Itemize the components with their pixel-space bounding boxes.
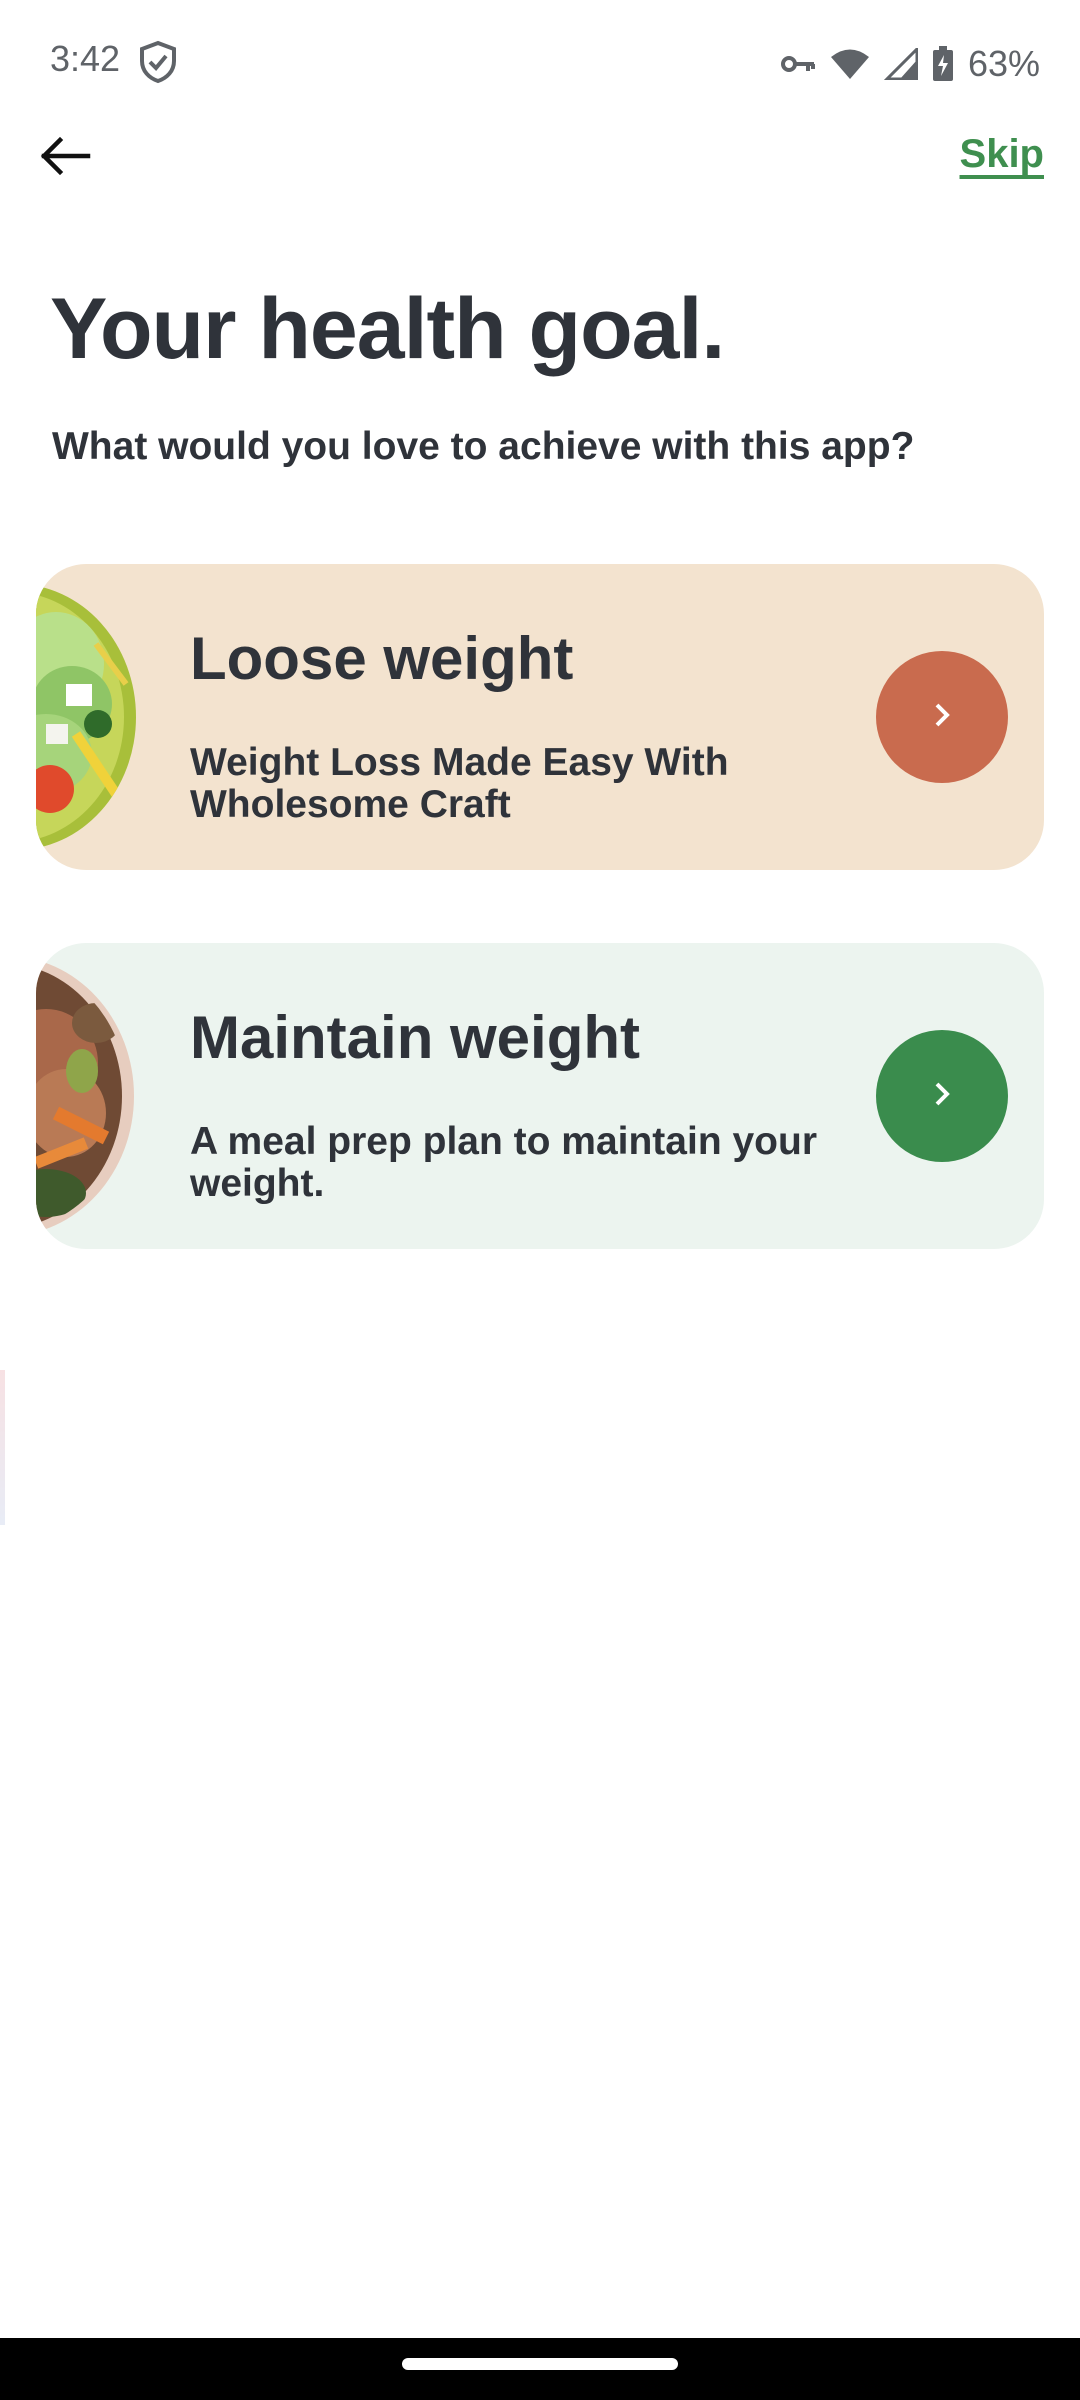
card-title: Maintain weight (190, 1004, 640, 1071)
page-subtitle: What would you love to achieve with this… (52, 425, 915, 468)
card-description: Weight Loss Made Easy With Wholesome Cra… (190, 741, 729, 826)
loose-weight-next-button[interactable] (876, 651, 1008, 783)
salad-image (36, 584, 140, 850)
card-title: Loose weight (190, 625, 574, 692)
shield-icon (138, 40, 178, 84)
status-time: 3:42 (50, 38, 121, 79)
chevron-right-icon (927, 700, 957, 734)
home-gesture-handle[interactable] (402, 2358, 678, 2370)
chevron-right-icon (927, 1079, 957, 1113)
goal-card-loose-weight[interactable]: Loose weight Weight Loss Made Easy With … (36, 564, 1044, 870)
battery-percentage: 63% (967, 43, 1040, 84)
edge-artifact (0, 1370, 5, 1525)
wifi-icon (830, 48, 870, 80)
page-title: Your health goal. (50, 281, 725, 377)
back-button[interactable] (36, 128, 100, 184)
key-icon (780, 52, 816, 76)
goal-card-maintain-weight[interactable]: Maintain weight A meal prep plan to main… (36, 943, 1044, 1249)
card-description: A meal prep plan to maintain your weight… (190, 1120, 817, 1205)
skip-link[interactable]: Skip (960, 132, 1044, 177)
battery-charging-icon (932, 46, 954, 82)
status-bar: 3:42 63% (0, 0, 1080, 130)
arrow-left-icon (36, 136, 92, 188)
navigation-bar (0, 2338, 1080, 2400)
maintain-weight-next-button[interactable] (876, 1030, 1008, 1162)
status-icons: 63% (780, 38, 1040, 90)
meal-bowl-image (36, 963, 140, 1229)
cellular-signal-icon (883, 48, 918, 80)
